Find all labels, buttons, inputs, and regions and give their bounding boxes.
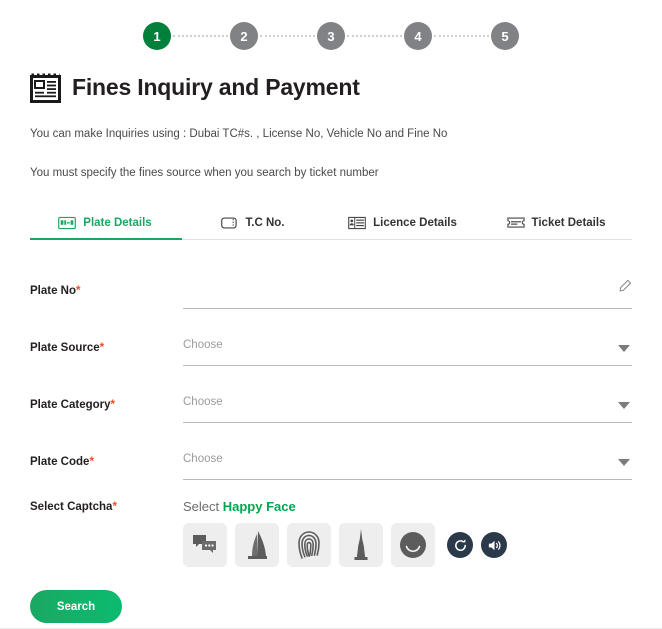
- field-plate-code: Plate Code* Choose: [30, 450, 632, 484]
- captcha-tile-happy-face[interactable]: [391, 523, 435, 567]
- step-4-label: 4: [414, 28, 422, 44]
- step-2[interactable]: 2: [230, 22, 258, 50]
- captcha-instruction-target: Happy Face: [222, 499, 296, 514]
- captcha-refresh-button[interactable]: [447, 532, 473, 558]
- captcha-options: [183, 523, 507, 567]
- happy-face-icon: [400, 532, 426, 558]
- license-plate-icon: [58, 216, 77, 230]
- field-plate-source-value: Choose: [183, 339, 223, 351]
- speaker-icon: [488, 540, 501, 550]
- captcha-tile-chat-bubbles[interactable]: [183, 523, 227, 567]
- field-plate-source-select[interactable]: Choose: [183, 336, 632, 366]
- step-1[interactable]: 1: [143, 22, 171, 50]
- field-plate-category: Plate Category* Choose: [30, 393, 632, 427]
- ticket-icon: [506, 217, 525, 228]
- tab-bar: Plate Details T.C No. Licence Details Ti…: [30, 207, 632, 239]
- field-plate-category-value: Choose: [183, 396, 223, 408]
- required-asterisk: *: [99, 342, 105, 354]
- step-4[interactable]: 4: [404, 22, 432, 50]
- field-plate-code-value: Choose: [183, 453, 223, 465]
- page-title: Fines Inquiry and Payment: [72, 73, 360, 100]
- step-connector-4: [434, 35, 489, 37]
- step-5[interactable]: 5: [491, 22, 519, 50]
- required-asterisk: *: [110, 399, 116, 411]
- tab-active-indicator: [30, 238, 182, 240]
- chat-bubbles-icon: [193, 535, 216, 553]
- tab-ticket-details-label: Ticket Details: [531, 217, 606, 229]
- tab-plate-details-label: Plate Details: [83, 217, 152, 229]
- id-card-icon: [348, 216, 366, 230]
- captcha-label: Select Captcha*: [30, 501, 117, 513]
- step-3[interactable]: 3: [317, 22, 345, 50]
- page-title-row: Fines Inquiry and Payment: [30, 71, 360, 103]
- pencil-edit-icon[interactable]: [618, 279, 632, 293]
- captcha-tile-burj-khalifa[interactable]: [339, 523, 383, 567]
- field-plate-code-label: Plate Code*: [30, 456, 94, 468]
- step-connector-1: [173, 35, 228, 37]
- captcha-instruction-prefix: Select: [183, 499, 223, 514]
- info-line-2: You must specify the fines source when y…: [30, 167, 379, 179]
- step-connector-2: [260, 35, 315, 37]
- tab-licence-details[interactable]: Licence Details: [325, 207, 480, 239]
- field-plate-code-select[interactable]: Choose: [183, 450, 632, 480]
- step-5-label: 5: [501, 28, 509, 44]
- refresh-icon: [454, 538, 466, 551]
- chevron-down-icon[interactable]: [618, 459, 630, 466]
- field-plate-no-label: Plate No*: [30, 285, 81, 297]
- tab-licence-details-label: Licence Details: [373, 217, 457, 229]
- field-plate-category-label: Plate Category*: [30, 399, 116, 411]
- info-line-1: You can make Inquiries using : Dubai TC#…: [30, 128, 448, 140]
- fines-inquiry-page: 1 2 3 4 5 Fines Inquiry and Payment You …: [0, 0, 662, 629]
- field-plate-source: Plate Source* Choose: [30, 336, 632, 370]
- captcha-audio-button[interactable]: [481, 532, 507, 558]
- captcha-tile-burj-al-arab[interactable]: [235, 523, 279, 567]
- fingerprint-icon: [298, 531, 320, 559]
- tab-plate-details[interactable]: Plate Details: [30, 207, 180, 239]
- step-2-label: 2: [240, 28, 248, 44]
- progress-stepper: 1 2 3 4 5: [0, 22, 662, 50]
- chevron-down-icon[interactable]: [618, 402, 630, 409]
- chevron-down-icon[interactable]: [618, 345, 630, 352]
- field-plate-no: Plate No*: [30, 279, 632, 313]
- invoice-document-icon: [30, 73, 61, 103]
- field-plate-source-label: Plate Source*: [30, 342, 105, 354]
- burj-al-arab-icon: [248, 531, 267, 559]
- field-plate-no-control[interactable]: [183, 279, 632, 309]
- required-asterisk: *: [89, 456, 94, 468]
- tab-tc-no[interactable]: T.C No.: [180, 207, 325, 239]
- step-3-label: 3: [327, 28, 335, 44]
- tab-tc-no-label: T.C No.: [245, 217, 285, 229]
- search-button[interactable]: Search: [30, 590, 122, 623]
- step-1-label: 1: [153, 28, 161, 44]
- card-outline-icon: [220, 217, 237, 229]
- step-connector-3: [347, 35, 402, 37]
- field-plate-category-select[interactable]: Choose: [183, 393, 632, 423]
- burj-khalifa-icon: [354, 529, 368, 560]
- captcha-instruction: Select Happy Face: [183, 499, 296, 514]
- captcha-tile-fingerprint[interactable]: [287, 523, 331, 567]
- tab-ticket-details[interactable]: Ticket Details: [480, 207, 632, 239]
- required-asterisk: *: [76, 285, 81, 297]
- required-asterisk: *: [112, 501, 117, 513]
